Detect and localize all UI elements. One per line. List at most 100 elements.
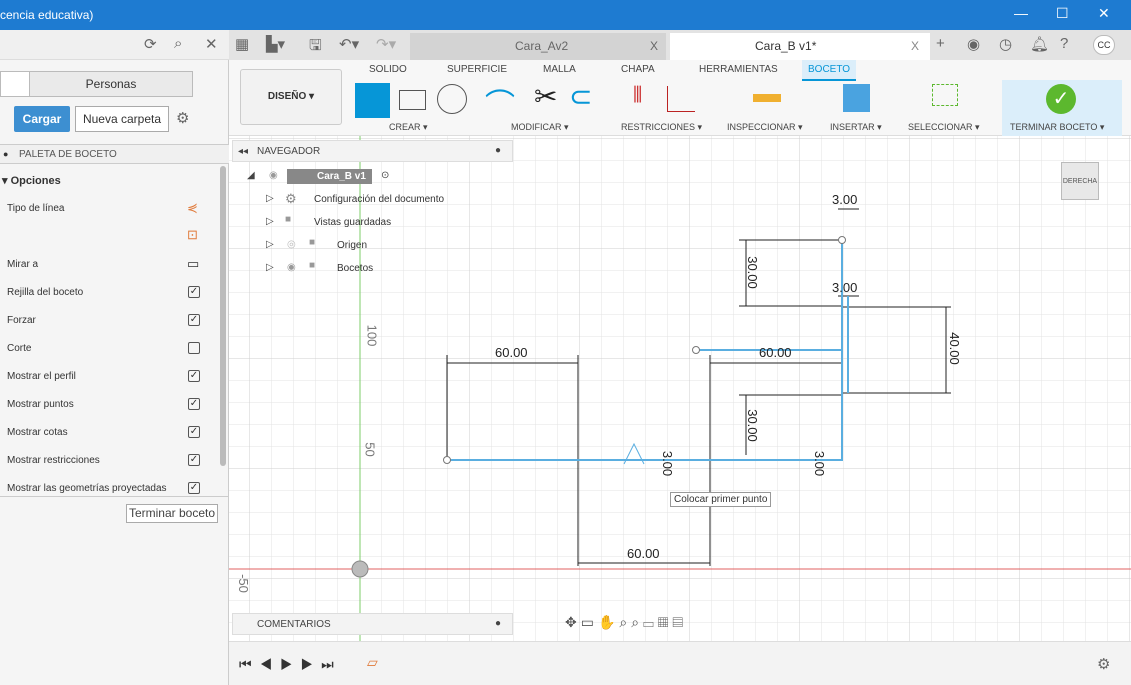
dim-label[interactable]: 3.00 [660,451,675,476]
maximize-button[interactable]: ☐ [1056,5,1069,22]
dim-label[interactable]: 30.00 [745,256,760,289]
redo-icon[interactable]: ↷▾ [376,35,396,53]
tab-herramientas[interactable]: HERRAMIENTAS [699,64,778,75]
browser-item[interactable]: Bocetos [337,263,373,274]
notifications-icon[interactable]: 🔔︎ [1030,35,1049,53]
line-tool-icon[interactable] [355,83,390,118]
insert-image-icon[interactable] [843,84,870,112]
orbit-icon[interactable]: ✥ [565,614,581,630]
browser-item[interactable]: Configuración del documento [314,194,444,205]
browser-root[interactable]: Cara_B v1 [287,169,372,184]
display-icon[interactable]: ▭ [643,614,658,630]
timeline-controls[interactable]: ⏮◀▶▶⏭ [239,656,342,673]
look-at-icon[interactable]: ▭ [581,614,598,630]
centerline-icon[interactable]: ⊡ [187,227,198,243]
new-folder-button[interactable]: Nueva carpeta [75,106,169,132]
help-icon[interactable]: ? [1060,35,1068,52]
dim-label[interactable]: 40.00 [947,332,962,365]
tab-chapa[interactable]: CHAPA [621,64,655,75]
constraints-checkbox[interactable]: ✓ [188,454,200,466]
trim-scissors-icon[interactable]: ✂ [534,80,557,113]
profile-checkbox[interactable]: ✓ [188,370,200,382]
rectangle-tool-icon[interactable] [399,90,426,110]
group-insertar[interactable]: INSERTAR ▾ [830,122,882,133]
dim-label[interactable]: 3.00 [832,192,857,207]
finish-sketch-palette-button[interactable]: Terminar boceto [126,504,218,523]
browser-item[interactable]: Vistas guardadas [314,217,391,228]
save-icon[interactable]: 🖫 [309,35,322,60]
job-status-icon[interactable]: ◷ [999,35,1012,53]
palette-scrollbar[interactable] [220,166,226,466]
dim-label[interactable]: 3.00 [812,451,827,476]
close-panel-icon[interactable]: ✕ [205,35,218,53]
collapse-icon[interactable]: ● [3,149,8,159]
group-terminar-boceto[interactable]: TERMINAR BOCETO ▾ [1010,122,1104,133]
fix-constraint-icon[interactable]: ⫴ [633,82,642,108]
settings-gear-icon[interactable]: ⚙ [176,109,189,127]
dim-label[interactable]: 60.00 [759,345,792,360]
zoom-icon[interactable]: ⌕ [619,614,631,630]
expand-icon[interactable]: ▷ [266,239,274,250]
offset-icon[interactable]: ⊂ [569,80,592,113]
eye-hidden-icon[interactable]: ◎ [287,239,296,250]
snap-checkbox[interactable]: ✓ [188,314,200,326]
group-seleccionar[interactable]: SELECCIONAR ▾ [908,122,980,133]
collapse-browser-icon[interactable]: ◂◂ [238,146,248,157]
options-header[interactable]: ▾ Opciones [2,174,61,187]
new-tab-icon[interactable]: + [936,35,945,52]
close-button[interactable]: ✕ [1098,5,1110,22]
grid-menu-icon[interactable]: ▦ [235,35,249,53]
eye-icon[interactable]: ◉ [287,262,296,273]
search-icon[interactable]: ⌕ [174,35,182,52]
comments-panel[interactable]: COMENTARIOS ● [232,613,513,635]
tab-close[interactable]: X [650,39,658,53]
projected-checkbox[interactable]: ✓ [188,482,200,494]
people-tab[interactable]: Personas [29,71,193,97]
timeline-settings-icon[interactable]: ⚙ [1097,655,1110,673]
fit-icon[interactable]: ⌕ [631,614,643,630]
tab-close[interactable]: X [911,39,919,53]
undo-icon[interactable]: ↶▾ [339,35,359,53]
perpendicular-icon[interactable] [667,86,695,112]
navigation-bar[interactable]: ✥▭✋⌕⌕▭▦▤ [565,614,787,636]
grid-icon[interactable]: ▦ [658,614,673,630]
browser-item[interactable]: Origen [337,240,367,251]
slice-checkbox[interactable] [188,342,200,354]
dim-label[interactable]: 60.00 [495,345,528,360]
sketch-drawing[interactable] [229,136,1131,641]
circle-tool-icon[interactable] [437,84,467,114]
viewports-icon[interactable]: ▤ [672,614,687,630]
dim-label[interactable]: 60.00 [627,546,660,561]
expand-icon[interactable]: ▷ [266,262,274,273]
tab-superficie[interactable]: SUPERFICIE [447,64,507,75]
pin-icon[interactable]: ● [495,618,501,629]
tab-cara-b[interactable]: Cara_B v1* X [670,33,930,60]
browser-header[interactable]: ◂◂ NAVEGADOR ● [232,140,513,162]
measure-icon[interactable] [753,94,781,102]
dimensions-checkbox[interactable]: ✓ [188,426,200,438]
group-modificar[interactable]: MODIFICAR ▾ [511,122,569,133]
eye-icon[interactable]: ◉ [269,170,278,181]
look-at-icon[interactable]: ▭ [187,256,199,272]
pan-icon[interactable]: ✋ [598,614,619,630]
tab-boceto[interactable]: BOCETO [802,60,857,81]
pin-icon[interactable]: ● [495,145,501,156]
activate-radio-icon[interactable]: ⊙ [381,170,389,181]
file-icon[interactable]: ▙▾ [266,35,285,53]
upload-button[interactable]: Cargar [14,106,70,132]
tab-solido[interactable]: SOLIDO [369,64,407,75]
tab-cara-a[interactable]: Cara_Av2 X [410,33,666,60]
avatar[interactable]: CC [1093,35,1115,55]
group-restricciones[interactable]: RESTRICCIONES ▾ [621,122,702,133]
points-checkbox[interactable]: ✓ [188,398,200,410]
view-cube[interactable]: DERECHA [1061,162,1099,200]
projects-tab[interactable] [0,71,30,97]
extensions-icon[interactable]: ◉ [967,35,980,53]
refresh-icon[interactable]: ⟳ [144,35,157,53]
group-inspeccionar[interactable]: INSPECCIONAR ▾ [727,122,803,133]
select-icon[interactable] [932,84,958,106]
sketch-palette-header[interactable]: ● PALETA DE BOCETO [0,144,229,164]
expand-icon[interactable]: ▷ [266,216,274,227]
fillet-icon[interactable]: ⌒ [485,80,515,124]
canvas-viewport[interactable]: 60.00 60.00 60.00 30.00 30.00 40.00 3.00… [229,136,1131,641]
